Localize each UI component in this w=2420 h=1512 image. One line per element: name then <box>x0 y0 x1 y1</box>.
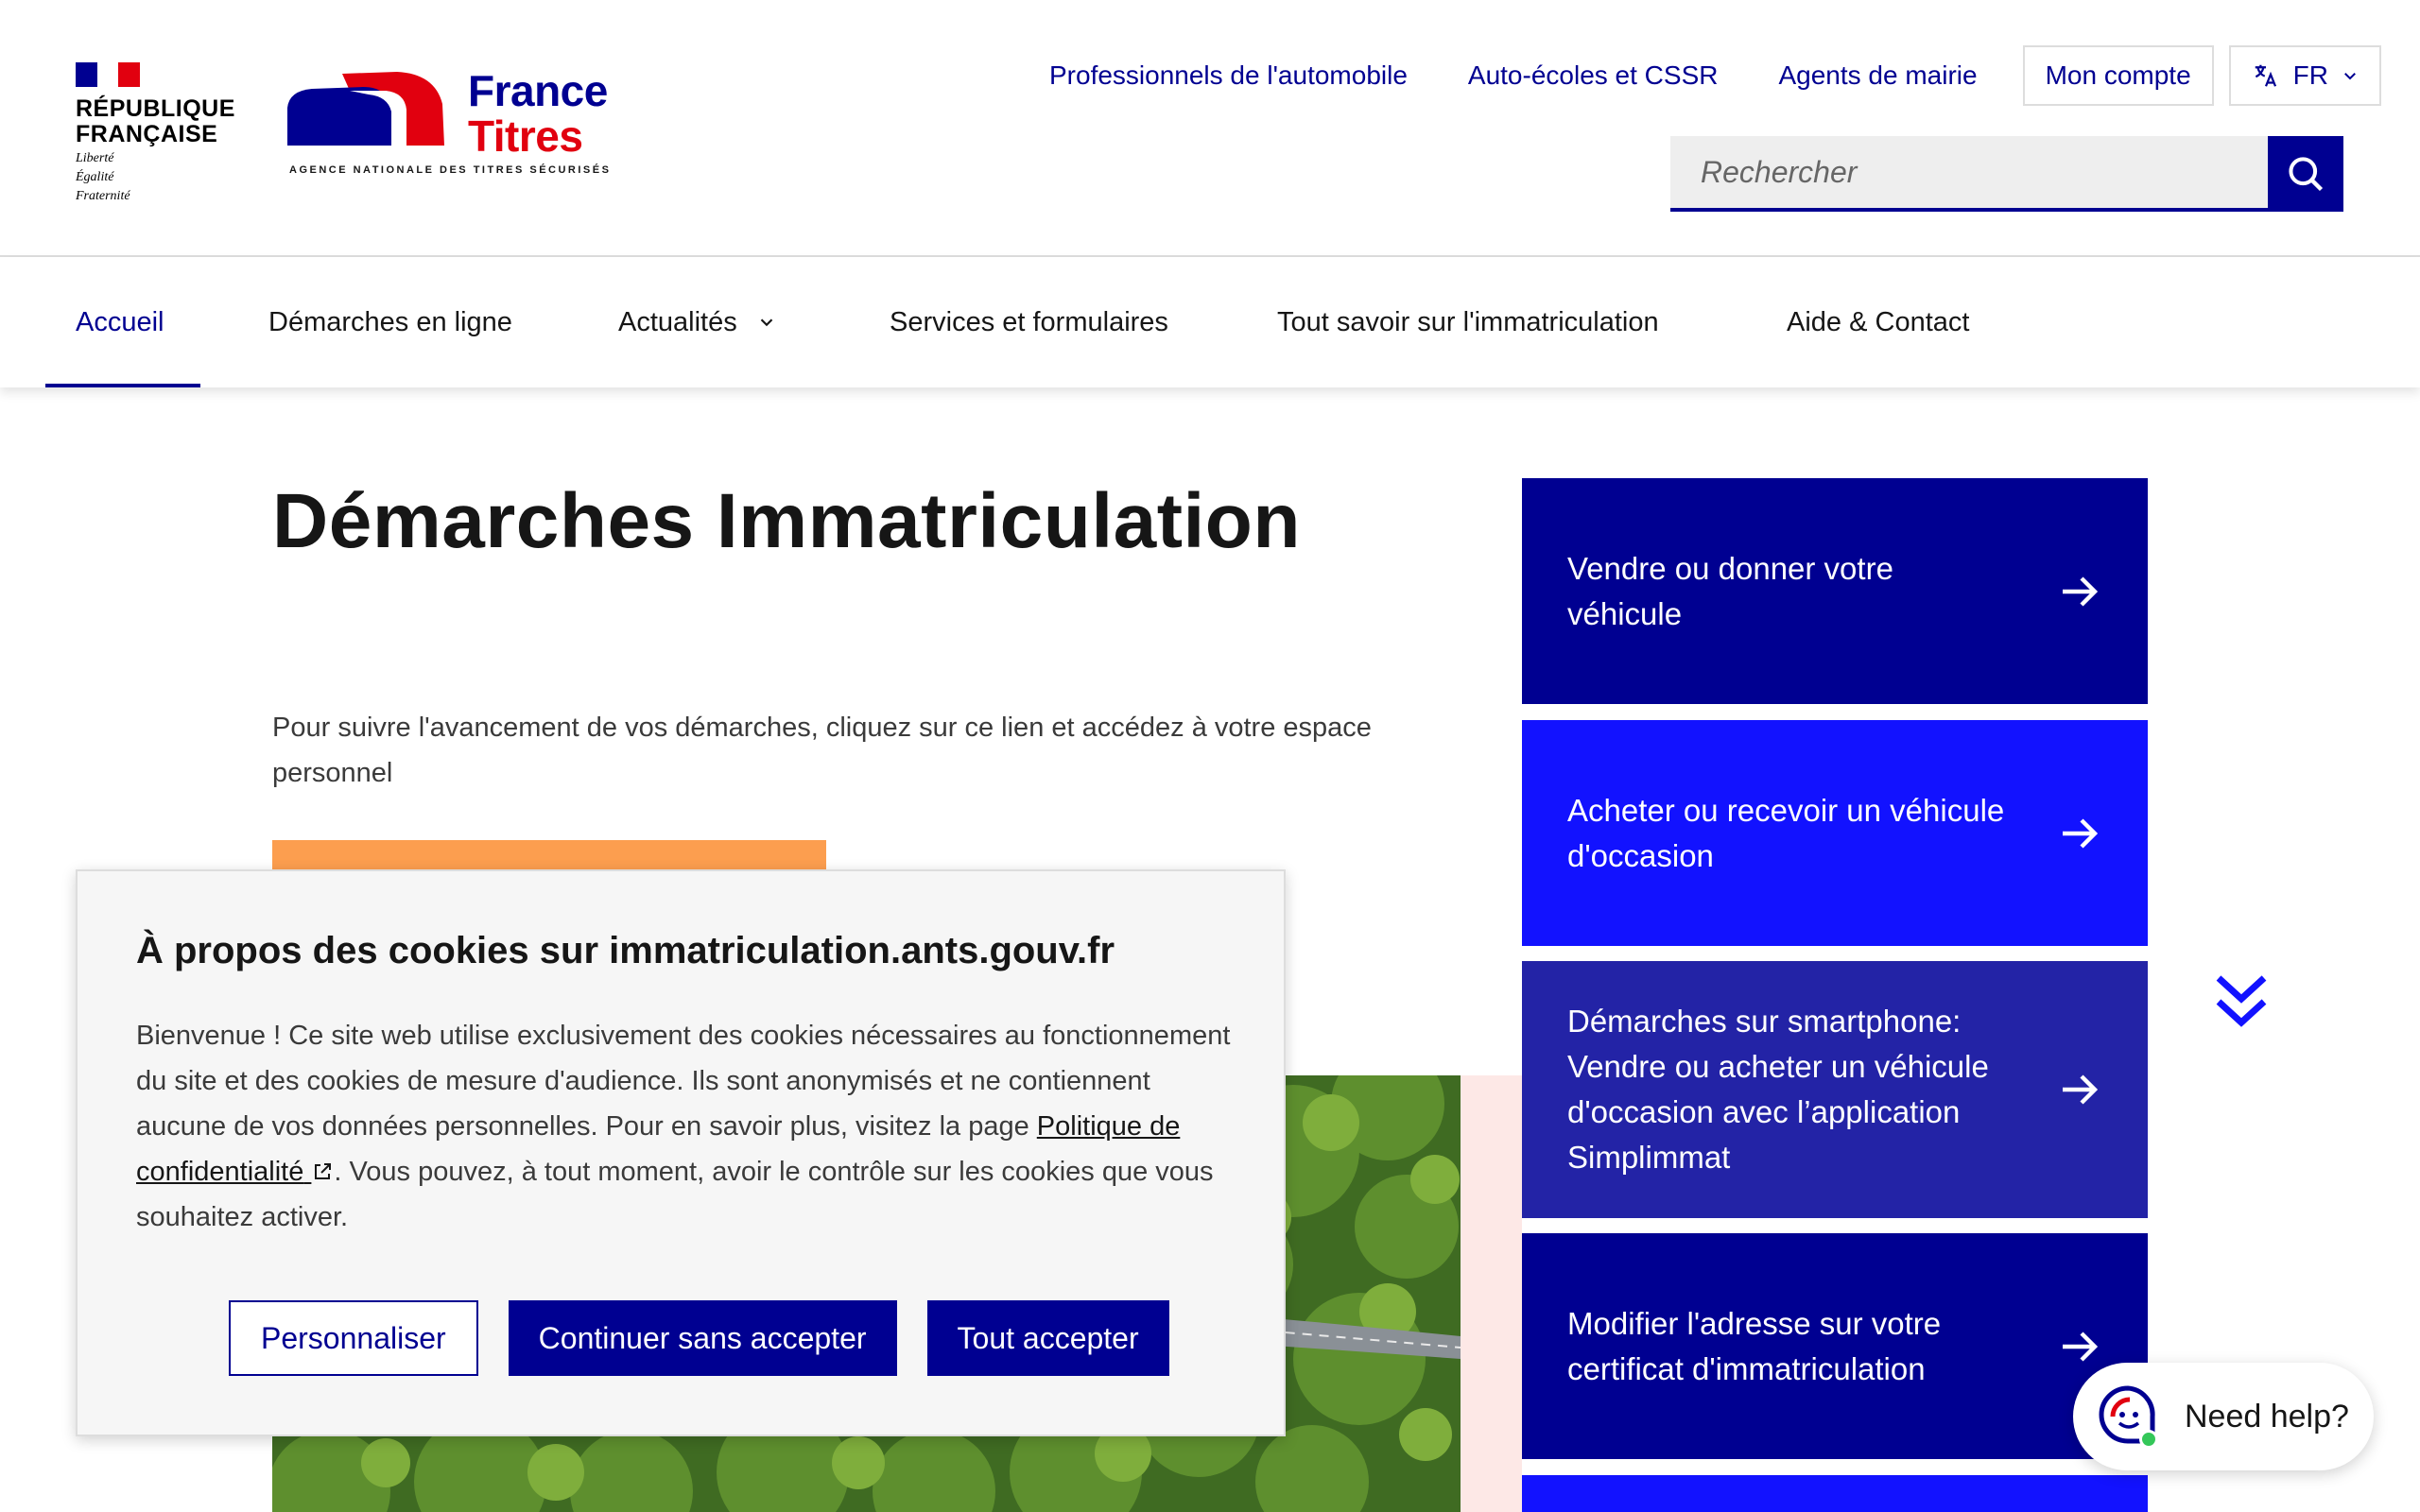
language-selector[interactable]: FR <box>2228 45 2381 106</box>
card-label: Modifier l'adresse sur votre certificat … <box>1567 1305 1942 1386</box>
france-titres-emblem-icon <box>287 72 444 146</box>
need-help-label: Need help? <box>2185 1398 2349 1435</box>
marianne-flag-icon <box>76 62 141 87</box>
accept-all-button[interactable]: Tout accepter <box>926 1300 1169 1376</box>
cookie-actions: Personnaliser Continuer sans accepter To… <box>229 1300 1169 1376</box>
nav-item-aide-contact[interactable]: Aide & Contact <box>1787 257 1969 387</box>
france-titres-logo[interactable]: France Titres AGENCE NATIONALE DES TITRE… <box>284 66 624 189</box>
card-label: Vendre ou donner votre véhicule <box>1567 550 1893 631</box>
card-label: Acheter ou recevoir un véhicule d'occasi… <box>1567 792 2005 873</box>
rf-name-line1: RÉPUBLIQUE <box>76 95 235 122</box>
arrow-right-icon <box>2063 817 2099 849</box>
card-demarches-smartphone[interactable]: Démarches sur smartphone: Vendre ou ache… <box>1522 961 2148 1218</box>
main-navigation: Accueil Démarches en ligne Actualités Se… <box>0 257 2420 387</box>
republique-francaise-logo[interactable]: RÉPUBLIQUE FRANÇAISE Liberté Égalité Fra… <box>76 62 236 204</box>
need-help-widget[interactable]: Need help? <box>2073 1363 2374 1470</box>
link-auto-ecoles-cssr[interactable]: Auto-écoles et CSSR <box>1438 60 1749 91</box>
arrow-right-icon <box>2063 1331 2099 1362</box>
link-agents-mairie[interactable]: Agents de mairie <box>1748 60 2007 91</box>
card-label: Démarches sur smartphone: Vendre ou ache… <box>1567 1004 1989 1175</box>
search-input[interactable] <box>1670 136 2268 212</box>
mon-compte-button[interactable]: Mon compte <box>2022 45 2214 106</box>
intro-text: Pour suivre l'avancement de vos démarche… <box>272 713 1372 788</box>
chevron-down-icon <box>760 318 773 327</box>
header-tools: Professionnels de l'automobile Auto-écol… <box>1019 45 2381 106</box>
brand-tagline: AGENCE NATIONALE DES TITRES SÉCURISÉS <box>289 164 612 176</box>
nav-item-demarches-en-ligne[interactable]: Démarches en ligne <box>268 257 512 387</box>
nav-item-services-formulaires[interactable]: Services et formulaires <box>890 257 1168 387</box>
card-vendre-donner-vehicule[interactable]: Vendre ou donner votre véhicule <box>1522 478 2148 704</box>
search-icon <box>2289 157 2324 192</box>
nav-item-actualites-label: Actualités <box>618 306 737 337</box>
card-acheter-recevoir-occasion[interactable]: Acheter ou recevoir un véhicule d'occasi… <box>1522 720 2148 946</box>
scroll-down-button[interactable] <box>2214 973 2269 1037</box>
rf-motto-fraternite: Fraternité <box>76 189 130 203</box>
active-nav-indicator <box>45 384 200 387</box>
mon-compte-label: Mon compte <box>2045 60 2191 90</box>
double-chevron-down-icon <box>2216 975 2267 1027</box>
decorative-panel <box>1461 1075 1522 1512</box>
cookie-consent-dialog: À propos des cookies sur immatriculation… <box>76 869 1286 1436</box>
nav-item-tout-savoir-immatriculation[interactable]: Tout savoir sur l'immatriculation <box>1277 257 1659 387</box>
chat-assistant-icon <box>2094 1383 2162 1451</box>
cookie-title: À propos des cookies sur immatriculation… <box>136 930 1115 971</box>
chevron-down-icon <box>2344 73 2356 80</box>
translate-icon <box>2255 64 2276 87</box>
rf-motto-egalite: Égalité <box>76 170 114 184</box>
search-bar <box>1670 136 2343 212</box>
card-modifier-adresse[interactable]: Modifier l'adresse sur votre certificat … <box>1522 1233 2148 1459</box>
link-professionnels-automobile[interactable]: Professionnels de l'automobile <box>1019 60 1438 91</box>
site-header: RÉPUBLIQUE FRANÇAISE Liberté Égalité Fra… <box>0 0 2420 257</box>
arrow-right-icon <box>2063 1074 2099 1105</box>
external-link-icon <box>315 1163 332 1179</box>
rf-motto-liberte: Liberté <box>76 151 114 165</box>
customize-cookies-button[interactable]: Personnaliser <box>229 1300 478 1376</box>
brand-line2: Titres <box>468 112 583 161</box>
search-button[interactable] <box>2268 136 2343 212</box>
france-titres-wordmark: France Titres <box>468 68 608 159</box>
arrow-right-icon <box>2063 576 2099 607</box>
page-title: Démarches Immatriculation <box>272 478 1301 564</box>
continue-without-accepting-button[interactable]: Continuer sans accepter <box>508 1300 897 1376</box>
online-status-dot <box>2139 1430 2158 1449</box>
rf-name-line2: FRANÇAISE <box>76 121 218 147</box>
brand-line1: France <box>468 66 608 115</box>
cookie-description: Bienvenue ! Ce site web utilise exclusiv… <box>136 1013 1242 1240</box>
card-next-partial[interactable] <box>1522 1475 2148 1512</box>
nav-item-accueil[interactable]: Accueil <box>76 257 164 387</box>
nav-item-actualites[interactable]: Actualités <box>618 257 777 387</box>
language-label: FR <box>2292 60 2328 90</box>
